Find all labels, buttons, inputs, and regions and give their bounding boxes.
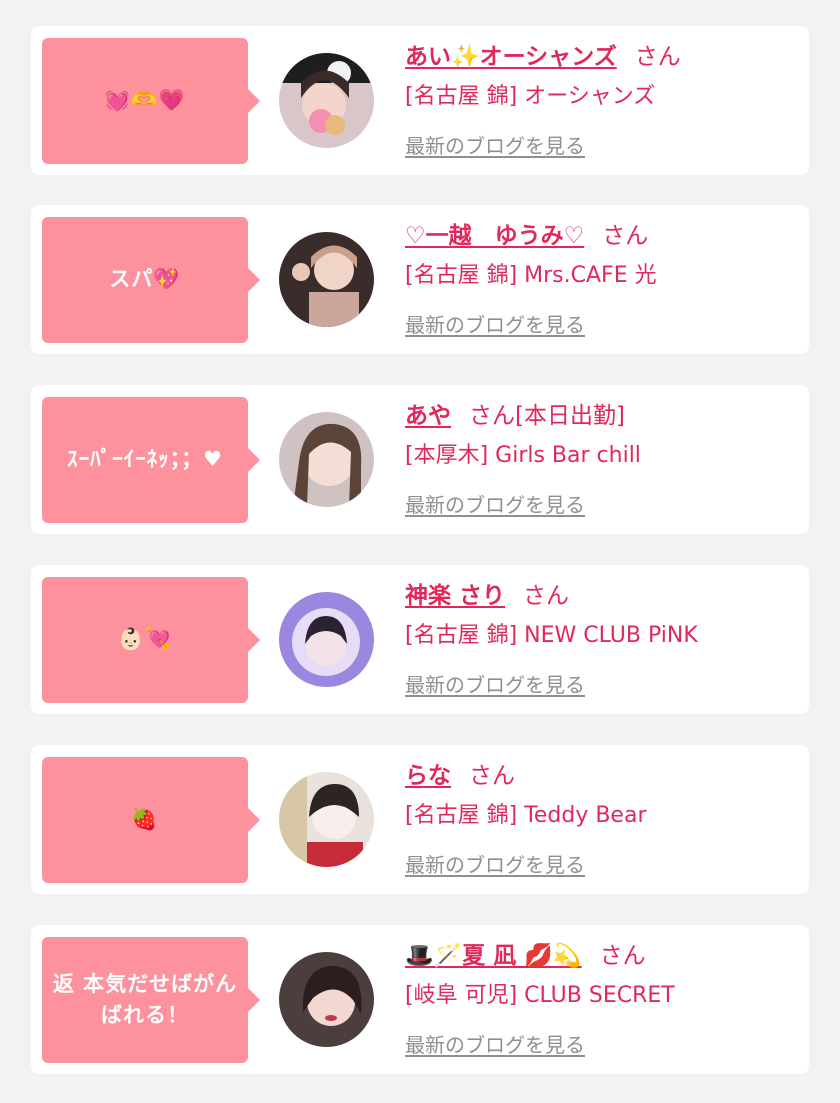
shop-label: [岐阜 可児] CLUB SECRET (405, 983, 675, 1008)
girl-info: 神楽 さり さん [名古屋 錦] NEW CLUB PiNK 最新のブログを見る (405, 579, 799, 698)
latest-blog-link[interactable]: 最新のブログを見る (405, 489, 585, 518)
message-bubble: 🍓 (42, 757, 260, 883)
avatar[interactable] (279, 772, 374, 867)
message-bubble: 👶🏻💘 (42, 577, 260, 703)
honorific: さん (599, 943, 646, 969)
latest-blog-link[interactable]: 最新のブログを見る (405, 309, 585, 338)
girl-name-link[interactable]: 神楽 さり (405, 583, 505, 609)
girl-name-link[interactable]: あや (405, 403, 451, 429)
girl-info: あい✨オーシャンズ さん [名古屋 錦] オーシャンズ 最新のブログを見る (405, 40, 799, 159)
message-bubble: 返 本気だせばがんばれる！ (42, 937, 260, 1063)
shop-label: [名古屋 錦] Mrs.CAFE 光 (405, 263, 657, 288)
honorific: さん (523, 583, 570, 609)
girl-name-link[interactable]: ♡一越 ゆうみ♡ (405, 223, 584, 249)
avatar[interactable] (279, 592, 374, 687)
girl-name-link[interactable]: あい✨オーシャンズ (405, 44, 617, 70)
avatar[interactable] (279, 412, 374, 507)
girl-list: 💓🫶💗 あい✨オーシャンズ さん [名古屋 錦] オーシャンズ 最新のブログを見る… (0, 0, 840, 1103)
latest-blog-link[interactable]: 最新のブログを見る (405, 130, 585, 159)
shop-label: [名古屋 錦] NEW CLUB PiNK (405, 623, 698, 648)
girl-name-link[interactable]: 🎩🪄夏 凪 💋💫 (405, 943, 582, 969)
honorific: さん (602, 223, 649, 249)
girl-card: 💓🫶💗 あい✨オーシャンズ さん [名古屋 錦] オーシャンズ 最新のブログを見る (31, 26, 809, 175)
girl-card: 返 本気だせばがんばれる！ 🎩🪄夏 凪 💋💫 さん [岐阜 可児] CLUB SE… (31, 925, 809, 1074)
shop-label: [名古屋 錦] Teddy Bear (405, 803, 647, 828)
avatar[interactable] (279, 952, 374, 1047)
message-bubble: ｽｰﾊﾟｰｲｰﾈｯ；；♥ (42, 397, 260, 523)
avatar[interactable] (279, 53, 374, 148)
girl-info: ♡一越 ゆうみ♡ さん [名古屋 錦] Mrs.CAFE 光 最新のブログを見る (405, 219, 799, 338)
girl-info: あや さん[本日出勤] [本厚木] Girls Bar chill 最新のブログを… (405, 399, 799, 518)
girl-info: 🎩🪄夏 凪 💋💫 さん [岐阜 可児] CLUB SECRET 最新のブログを見る (405, 939, 799, 1058)
shop-label: [本厚木] Girls Bar chill (405, 443, 641, 468)
girl-name-link[interactable]: らな (405, 763, 451, 789)
girl-card: 👶🏻💘 神楽 さり さん [名古屋 錦] NEW CLUB PiNK 最新のブログ… (31, 565, 809, 714)
avatar[interactable] (279, 232, 374, 327)
honorific: さん (469, 763, 515, 789)
latest-blog-link[interactable]: 最新のブログを見る (405, 849, 585, 878)
girl-card: 🍓 らな さん [名古屋 錦] Teddy Bear 最新のブログを見る (31, 745, 809, 894)
shop-label: [名古屋 錦] オーシャンズ (405, 84, 656, 109)
honorific: さん (634, 44, 681, 70)
message-bubble: スパ💖 (42, 217, 260, 343)
girl-info: らな さん [名古屋 錦] Teddy Bear 最新のブログを見る (405, 759, 799, 878)
latest-blog-link[interactable]: 最新のブログを見る (405, 1029, 585, 1058)
latest-blog-link[interactable]: 最新のブログを見る (405, 669, 585, 698)
girl-card: ｽｰﾊﾟｰｲｰﾈｯ；；♥ あや さん[本日出勤] [本厚木] Girls Bar … (31, 385, 809, 534)
girl-card: スパ💖 ♡一越 ゆうみ♡ さん [名古屋 錦] Mrs.CAFE 光 最新のブログ… (31, 205, 809, 354)
message-bubble: 💓🫶💗 (42, 38, 260, 164)
honorific: さん[本日出勤] (469, 403, 625, 429)
